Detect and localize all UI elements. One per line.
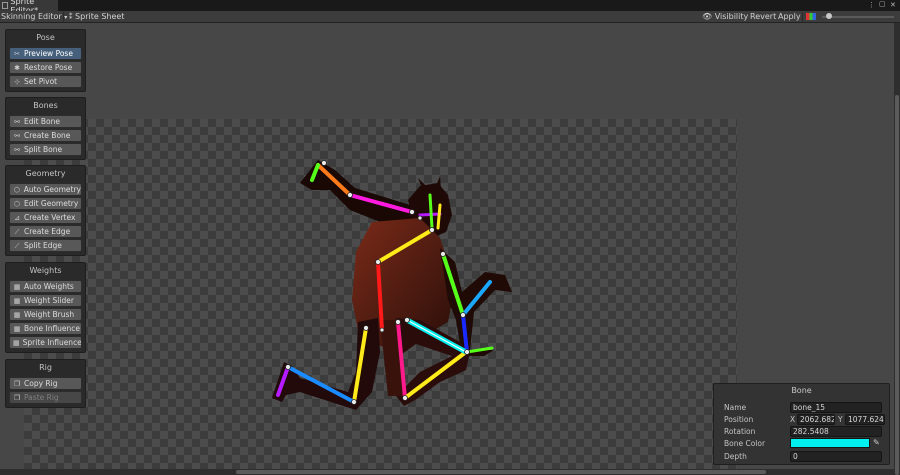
weight-brush-button[interactable]: ▦ Weight Brush: [9, 308, 82, 321]
split-bone-button[interactable]: ⚯ Split Bone: [9, 143, 82, 156]
create-bone-icon: ⚯: [14, 131, 20, 140]
restore-pose-icon: ✱: [14, 63, 20, 72]
bone-color-swatch[interactable]: [790, 438, 870, 448]
eyedropper-icon[interactable]: ✎: [873, 438, 880, 447]
weights-panel-title: Weights: [29, 266, 62, 275]
weight-brush-icon: ▦: [13, 310, 21, 319]
copy-rig-label: Copy Rig: [24, 379, 58, 388]
copy-rig-button[interactable]: ❐ Copy Rig: [9, 377, 82, 390]
weights-panel: Weights ▦ Auto Weights ▦ Weight Slider ▦ We…: [5, 262, 86, 353]
pose-panel: Pose ✂ Preview Pose ✱ Restore Pose ⊹ Set Pi…: [5, 29, 86, 92]
copy-rig-icon: ❐: [13, 379, 21, 388]
set-pivot-button[interactable]: ⊹ Set Pivot: [9, 75, 82, 88]
weight-slider-icon: ▦: [13, 296, 21, 305]
bone-inspector-title: Bone: [791, 386, 812, 395]
bones-panel-title: Bones: [33, 101, 58, 110]
weight-slider-label: Weight Slider: [24, 296, 74, 305]
position-y-label: Y: [838, 415, 843, 424]
bones-panel: Bones ⚯ Edit Bone ⚯ Create Bone ⚯ Split Bon…: [5, 97, 86, 160]
bone-name-field[interactable]: bone_15: [790, 402, 882, 413]
rotation-label: Rotation: [724, 427, 756, 436]
auto-geometry-label: Auto Geometry: [23, 185, 81, 194]
rig-panel-title: Rig: [39, 363, 52, 372]
position-x-label: X: [790, 415, 796, 424]
preview-pose-button[interactable]: ✂ Preview Pose: [9, 47, 82, 60]
weight-brush-label: Weight Brush: [24, 310, 75, 319]
edit-bone-icon: ⚯: [14, 117, 20, 126]
position-x-field[interactable]: 2062.682: [797, 414, 835, 425]
character-silhouette: [272, 160, 512, 410]
edit-geometry-label: Edit Geometry: [24, 199, 79, 208]
vertical-scrollbar-thumb[interactable]: [895, 95, 899, 475]
auto-weights-icon: ▦: [13, 282, 21, 291]
sprite-influence-label: Sprite Influence: [22, 338, 82, 347]
split-edge-label: Split Edge: [24, 241, 62, 250]
name-label: Name: [724, 403, 747, 412]
edit-bone-button[interactable]: ⚯ Edit Bone: [9, 115, 82, 128]
weight-slider-button[interactable]: ▦ Weight Slider: [9, 294, 82, 307]
bone-influence-label: Bone Influence: [24, 324, 81, 333]
geometry-panel-title: Geometry: [25, 169, 66, 178]
set-pivot-label: Set Pivot: [24, 77, 58, 86]
auto-geometry-button[interactable]: ⬡ Auto Geometry: [9, 183, 82, 196]
split-edge-button[interactable]: ⟋ Split Edge: [9, 239, 82, 252]
vertical-scrollbar[interactable]: [894, 23, 900, 475]
horizontal-scrollbar[interactable]: [0, 469, 894, 475]
pivot-icon: ⊹: [14, 77, 20, 86]
bone-inspector-panel: Bone Name bone_15 Position X 2062.682 Y …: [713, 383, 890, 465]
split-bone-label: Split Bone: [24, 145, 63, 154]
bone-influence-icon: ▦: [13, 324, 21, 333]
geometry-panel: Geometry ⬡ Auto Geometry ⬡ Edit Geometry ⊿…: [5, 165, 86, 256]
position-y-field[interactable]: 1077.624: [845, 414, 885, 425]
auto-weights-label: Auto Weights: [24, 282, 74, 291]
edit-geometry-button[interactable]: ⬡ Edit Geometry: [9, 197, 82, 210]
sprite-influence-button[interactable]: ▦ Sprite Influence: [9, 336, 82, 349]
paste-rig-label: Paste Rig: [24, 393, 59, 402]
edit-bone-label: Edit Bone: [24, 117, 61, 126]
restore-pose-label: Restore Pose: [24, 63, 73, 72]
create-edge-label: Create Edge: [24, 227, 71, 236]
create-bone-label: Create Bone: [24, 131, 71, 140]
create-vertex-button[interactable]: ⊿ Create Vertex: [9, 211, 82, 224]
paste-rig-button[interactable]: ❐ Paste Rig: [9, 391, 82, 404]
split-edge-icon: ⟋: [14, 241, 20, 250]
create-vertex-icon: ⊿: [14, 213, 20, 222]
create-edge-button[interactable]: ⟋ Create Edge: [9, 225, 82, 238]
sprite-influence-icon: ▦: [13, 338, 20, 347]
depth-label: Depth: [724, 452, 747, 461]
create-vertex-label: Create Vertex: [24, 213, 76, 222]
preview-pose-icon: ✂: [14, 49, 20, 58]
horizontal-scrollbar-thumb[interactable]: [236, 470, 766, 474]
preview-pose-label: Preview Pose: [24, 49, 73, 58]
rotation-field[interactable]: 282.5408: [790, 426, 882, 437]
position-label: Position: [724, 415, 754, 424]
edit-geometry-icon: ⬡: [13, 199, 21, 208]
pose-panel-title: Pose: [36, 33, 55, 42]
depth-field[interactable]: 0: [790, 451, 882, 462]
paste-rig-icon: ❐: [13, 393, 21, 402]
auto-geometry-icon: ⬡: [13, 185, 20, 194]
create-edge-icon: ⟋: [14, 227, 20, 236]
bone-influence-button[interactable]: ▦ Bone Influence: [9, 322, 82, 335]
restore-pose-button[interactable]: ✱ Restore Pose: [9, 61, 82, 74]
split-bone-icon: ⚯: [14, 145, 20, 154]
bone-color-label: Bone Color: [724, 439, 766, 448]
auto-weights-button[interactable]: ▦ Auto Weights: [9, 280, 82, 293]
rig-panel: Rig ❐ Copy Rig ❐ Paste Rig: [5, 359, 86, 408]
create-bone-button[interactable]: ⚯ Create Bone: [9, 129, 82, 142]
